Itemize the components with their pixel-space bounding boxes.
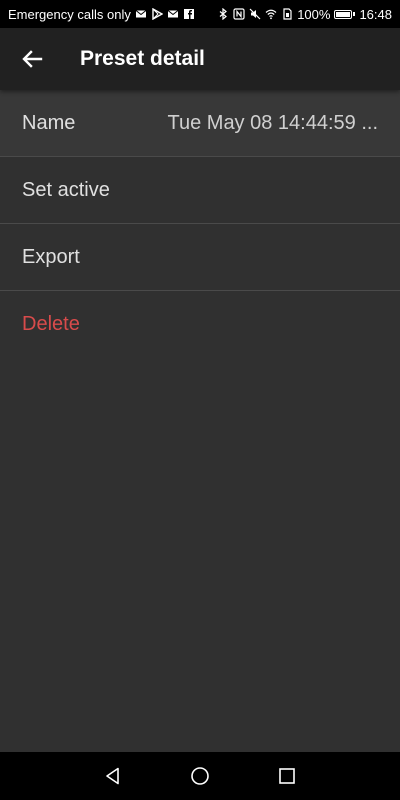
mail-icon (167, 8, 179, 20)
delete-row[interactable]: Delete (0, 291, 400, 358)
status-right: 100% 16:48 (217, 7, 392, 22)
home-circle-icon (191, 767, 209, 785)
page-title: Preset detail (80, 47, 205, 70)
navigation-bar (0, 752, 400, 800)
carrier-text: Emergency calls only (8, 6, 131, 22)
nav-back-button[interactable] (93, 756, 133, 796)
battery-percent: 100% (297, 6, 331, 22)
back-button[interactable] (0, 28, 64, 90)
set-active-label: Set active (22, 178, 110, 201)
name-value: Tue May 08 14:44:59 ... (167, 111, 379, 134)
recents-square-icon (278, 768, 295, 784)
status-bar: Emergency calls only 100% 16:48 (0, 0, 400, 28)
name-row[interactable]: Name Tue May 08 14:44:59 ... (0, 90, 400, 157)
export-label: Export (22, 245, 80, 268)
wifi-icon (265, 8, 277, 20)
battery-icon (334, 9, 356, 19)
sim-icon (281, 8, 293, 20)
nav-home-button[interactable] (180, 756, 220, 796)
clock: 16:48 (359, 6, 392, 22)
nfc-icon (233, 8, 245, 20)
status-left: Emergency calls only (8, 7, 195, 22)
facebook-icon (183, 8, 195, 20)
battery-fill (336, 11, 351, 17)
play-store-icon (151, 8, 163, 20)
mute-icon (249, 8, 261, 20)
arrow-back-icon (22, 50, 43, 68)
set-active-row[interactable]: Set active (0, 157, 400, 224)
back-triangle-icon (106, 767, 120, 785)
preset-detail-list: Name Tue May 08 14:44:59 ... Set active … (0, 90, 400, 752)
delete-label: Delete (22, 313, 80, 335)
app-bar: Preset detail (0, 28, 400, 90)
bluetooth-icon (217, 8, 229, 20)
name-label: Name (22, 111, 76, 134)
nav-recents-button[interactable] (267, 756, 307, 796)
export-row[interactable]: Export (0, 224, 400, 291)
mail-icon (135, 8, 147, 20)
